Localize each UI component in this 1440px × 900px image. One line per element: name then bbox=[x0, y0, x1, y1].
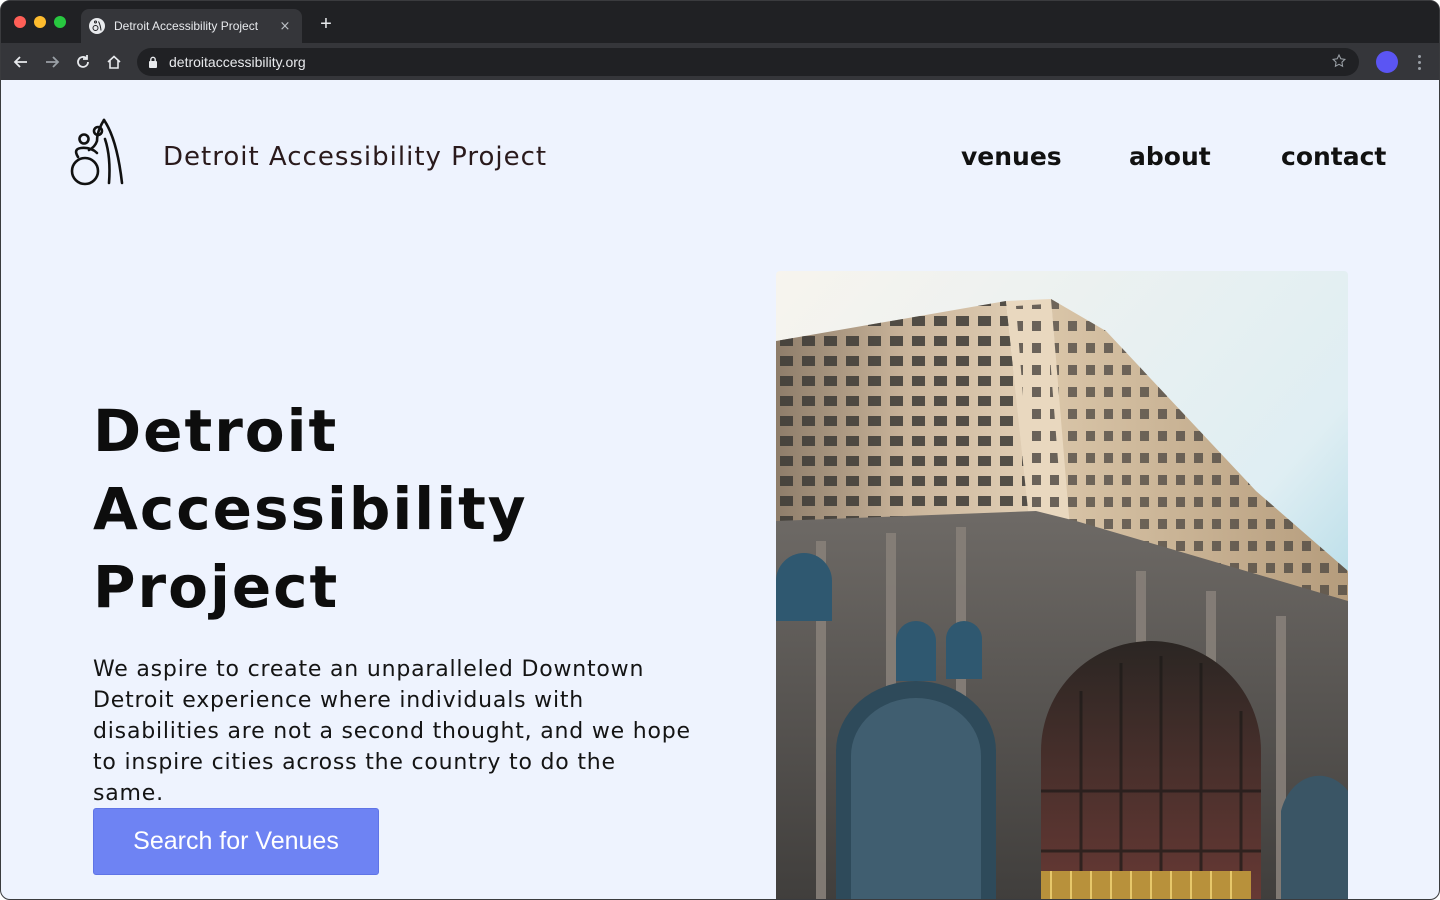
back-button[interactable] bbox=[10, 51, 32, 73]
nav-link-venues[interactable]: venues bbox=[961, 142, 1062, 171]
maximize-window-button[interactable] bbox=[54, 16, 66, 28]
browser-menu-icon[interactable] bbox=[1411, 51, 1427, 73]
tab-close-icon[interactable]: × bbox=[278, 19, 292, 34]
art-deco-skyscraper-photo bbox=[776, 271, 1348, 899]
site-title[interactable]: Detroit Accessibility Project bbox=[163, 142, 547, 172]
wheelchair-dancer-logo[interactable] bbox=[67, 117, 129, 189]
nav-link-about[interactable]: about bbox=[1129, 142, 1211, 171]
arrow-left-icon bbox=[13, 56, 27, 68]
lock-icon bbox=[148, 56, 158, 68]
web-page: Detroit Accessibility Project venues abo… bbox=[1, 80, 1439, 899]
tab-strip: Detroit Accessibility Project × + bbox=[1, 1, 1439, 43]
reload-icon bbox=[77, 55, 89, 68]
tab-title: Detroit Accessibility Project bbox=[114, 19, 259, 33]
wheelchair-icon bbox=[89, 18, 105, 34]
browser-tab[interactable]: Detroit Accessibility Project × bbox=[81, 9, 302, 43]
browser-window: Detroit Accessibility Project × + detroi… bbox=[0, 0, 1440, 900]
minimize-window-button[interactable] bbox=[34, 16, 46, 28]
search-venues-button[interactable]: Search for Venues bbox=[93, 808, 379, 875]
browser-toolbar: detroitaccessibility.org bbox=[1, 43, 1439, 80]
close-window-button[interactable] bbox=[14, 16, 26, 28]
hero-description: We aspire to create an unparalleled Down… bbox=[93, 657, 691, 806]
hero-title-line: Project bbox=[93, 553, 340, 621]
bookmark-star-icon[interactable] bbox=[1331, 53, 1349, 71]
forward-button[interactable] bbox=[41, 51, 63, 73]
home-button[interactable] bbox=[103, 51, 125, 73]
profile-avatar[interactable] bbox=[1376, 51, 1398, 73]
url-text: detroitaccessibility.org bbox=[169, 54, 306, 70]
arrow-right-icon bbox=[46, 56, 60, 68]
address-bar[interactable]: detroitaccessibility.org bbox=[137, 48, 1359, 76]
new-tab-button[interactable]: + bbox=[315, 13, 337, 35]
hero-title-line: Accessibility bbox=[93, 475, 528, 543]
reload-button[interactable] bbox=[72, 51, 94, 73]
hero-title: Detroit Accessibility Project bbox=[93, 392, 733, 626]
home-icon bbox=[107, 55, 121, 69]
nav-link-contact[interactable]: contact bbox=[1281, 142, 1386, 171]
hero-title-line: Detroit bbox=[93, 397, 339, 465]
